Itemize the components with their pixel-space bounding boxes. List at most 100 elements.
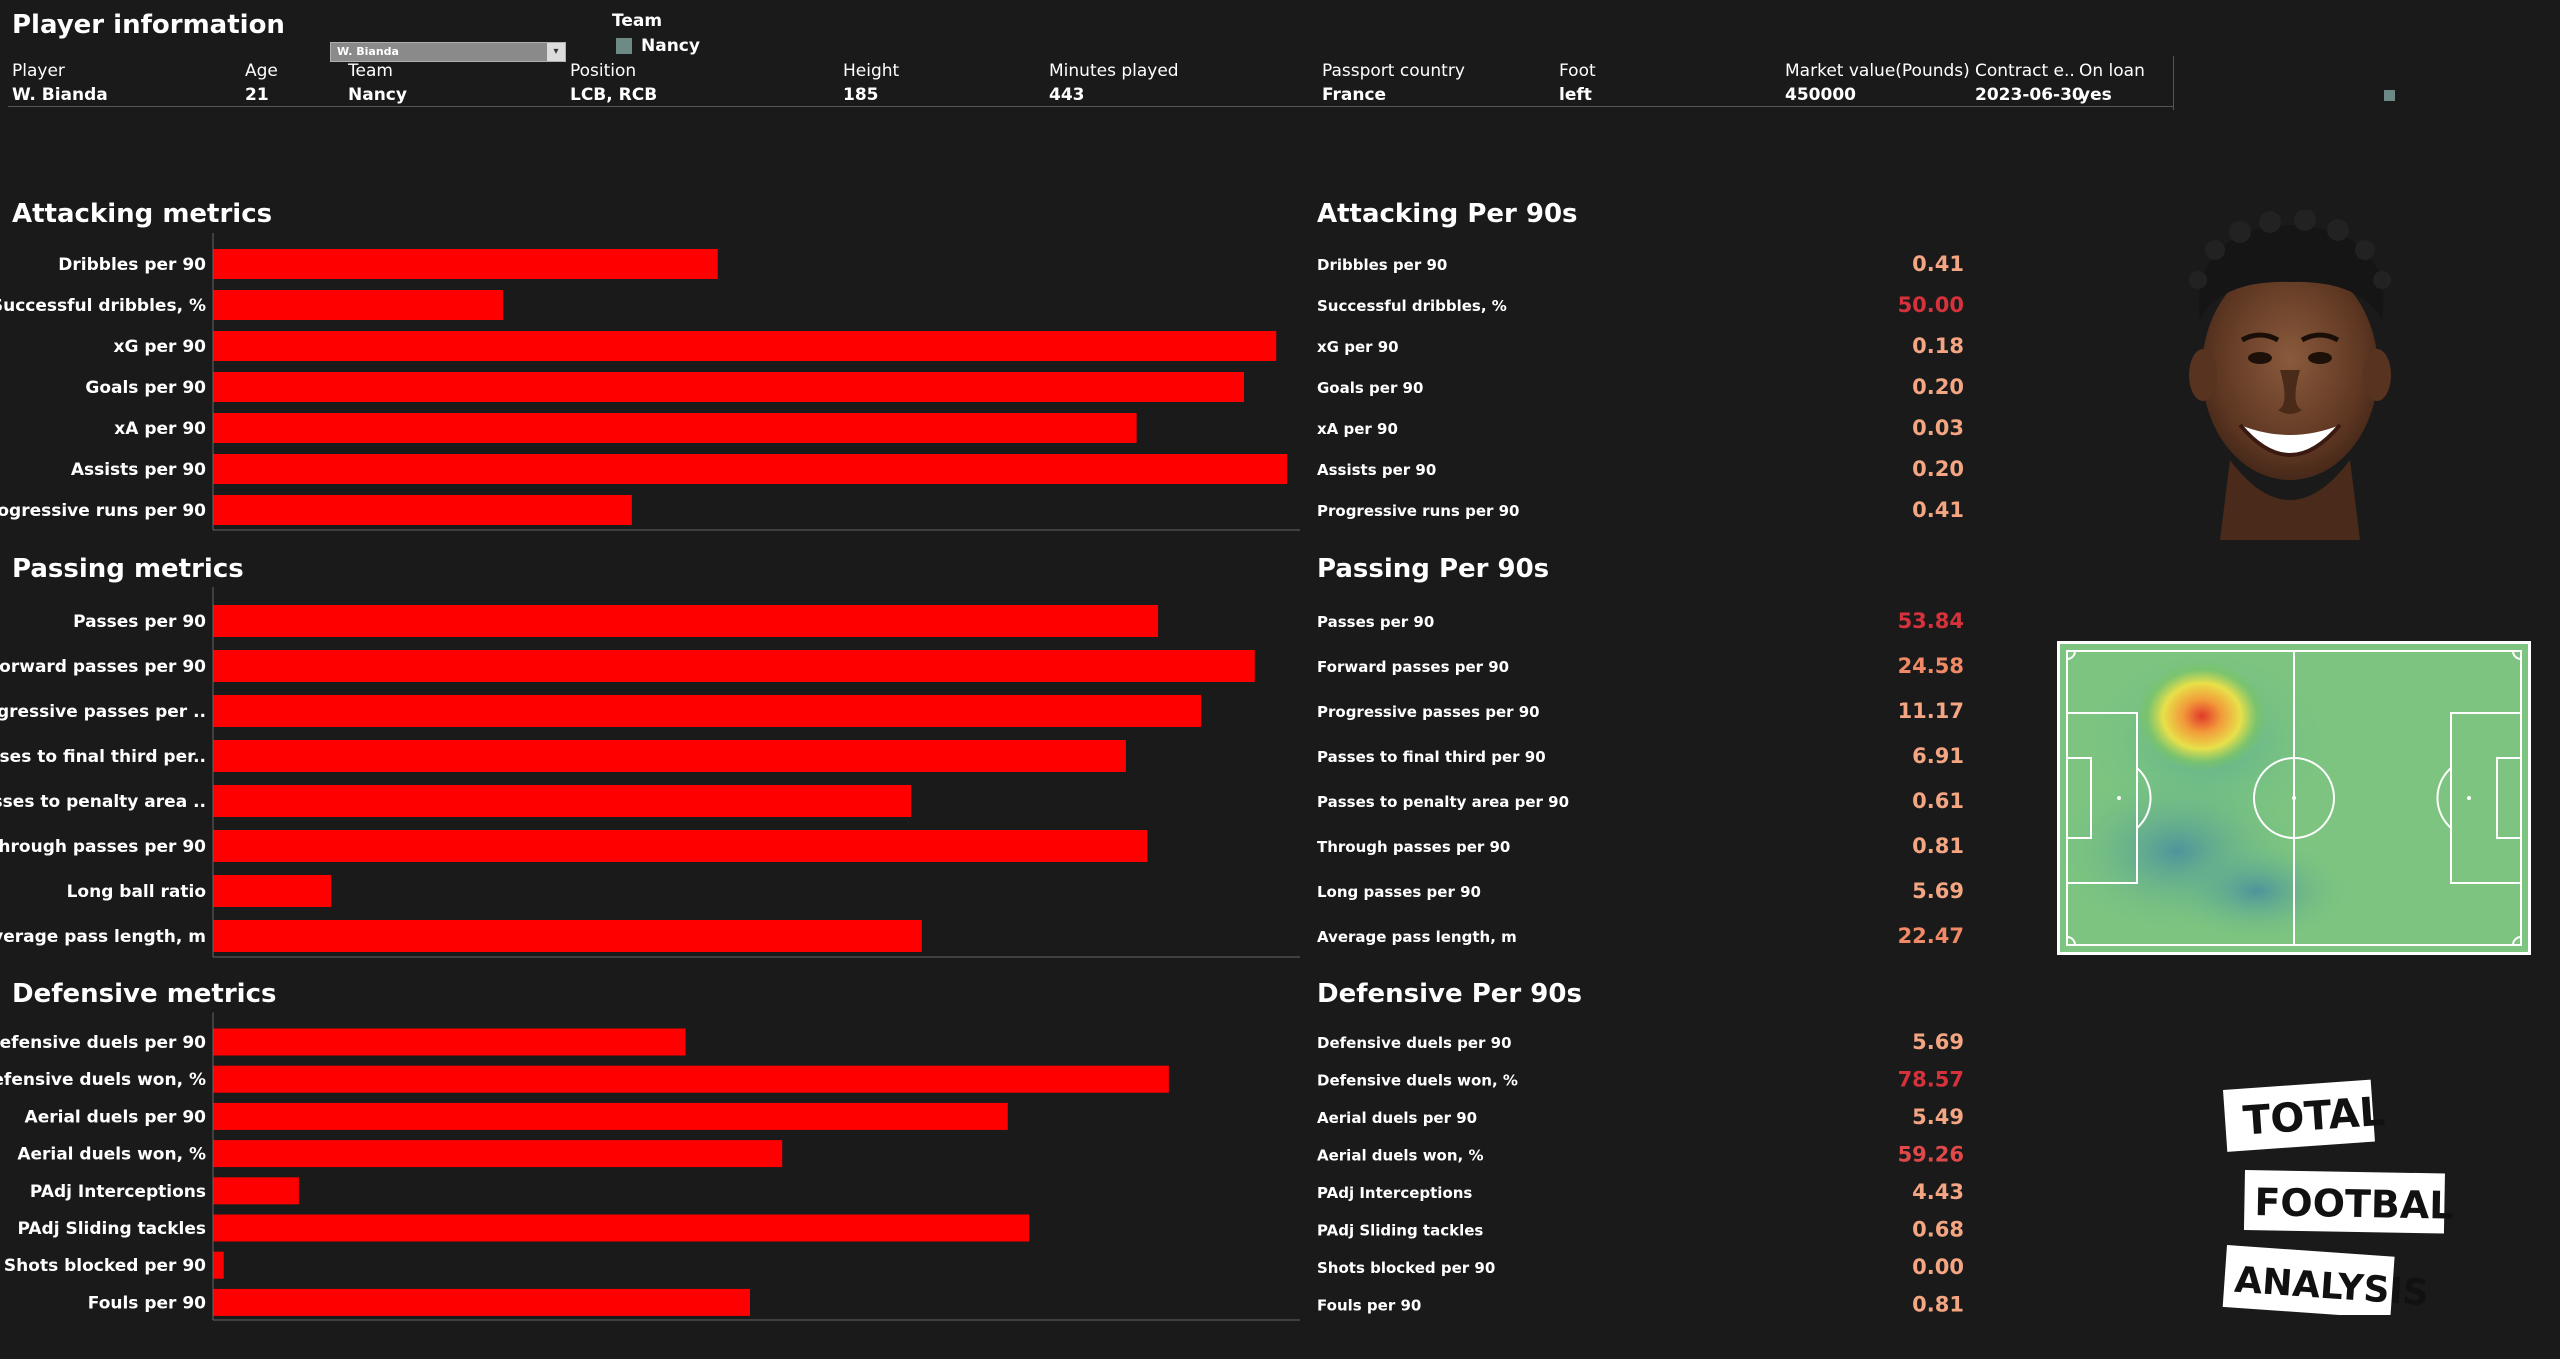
metric-bar[interactable] — [213, 1214, 1030, 1242]
bar-label: Through passes per 90 — [0, 837, 206, 857]
bar-label: Progressive passes per .. — [0, 702, 206, 722]
table-title: Defensive Per 90s — [1317, 979, 1582, 1009]
table-row-label: Successful dribbles, % — [1317, 297, 1507, 315]
metric-bar[interactable] — [213, 249, 718, 279]
table-row-label: xG per 90 — [1317, 338, 1399, 356]
bar-label: Defensive duels per 90 — [0, 1033, 206, 1053]
table-row-label: Shots blocked per 90 — [1317, 1259, 1495, 1277]
metric-bar[interactable] — [213, 1251, 224, 1279]
table-row-value: 4.43 — [1912, 1180, 1964, 1204]
bar-label: Long ball ratio — [67, 882, 206, 902]
pitch-heatmap — [2057, 641, 2531, 955]
bar-label: Passes per 90 — [73, 612, 206, 632]
metric-bar[interactable] — [213, 920, 922, 952]
table-row-label: Forward passes per 90 — [1317, 658, 1509, 676]
metric-bar[interactable] — [213, 695, 1202, 727]
table-row-label: Aerial duels per 90 — [1317, 1109, 1477, 1127]
bar-label: Defensive duels won, % — [0, 1070, 206, 1090]
metric-bar[interactable] — [213, 1140, 783, 1168]
metric-bar[interactable] — [213, 331, 1277, 361]
metric-bar[interactable] — [213, 740, 1126, 772]
table-row-value: 0.61 — [1912, 789, 1964, 813]
table-row-label: Passes to final third per 90 — [1317, 748, 1546, 766]
metrics-bar-charts: Attacking metrics Dribbles per 90 Successf… — [0, 199, 1300, 1321]
bar-label: Goals per 90 — [85, 378, 206, 398]
chart-title: Attacking metrics — [12, 199, 272, 229]
table-row-label: Goals per 90 — [1317, 379, 1423, 397]
per90-value-tables: Attacking Per 90s Dribbles per 90 0.41 Succ… — [1317, 199, 1964, 1317]
table-row-label: Long passes per 90 — [1317, 883, 1481, 901]
metric-bar[interactable] — [213, 1177, 299, 1205]
metric-bar[interactable] — [213, 1065, 1169, 1093]
table-row-label: Through passes per 90 — [1317, 838, 1510, 856]
table-row-value: 5.69 — [1912, 1030, 1964, 1054]
table-row-label: Defensive duels per 90 — [1317, 1034, 1512, 1052]
table-row-value: 0.81 — [1912, 834, 1964, 858]
table-row-value: 0.20 — [1912, 457, 1964, 481]
metric-bar[interactable] — [213, 1028, 686, 1056]
bar-label: PAdj Interceptions — [30, 1182, 206, 1202]
table-row-label: Aerial duels won, % — [1317, 1147, 1483, 1165]
table-row-value: 53.84 — [1898, 609, 1964, 633]
table-row-value: 0.00 — [1912, 1255, 1964, 1279]
metric-bar[interactable] — [213, 785, 912, 817]
bar-label: PAdj Sliding tackles — [17, 1219, 206, 1239]
bar-label: Passes to penalty area .. — [0, 792, 206, 812]
table-row-value: 5.49 — [1912, 1105, 1964, 1129]
table-row-label: PAdj Sliding tackles — [1317, 1222, 1483, 1240]
table-row-value: 24.58 — [1898, 654, 1964, 678]
metric-bar[interactable] — [213, 495, 632, 525]
bar-label: Aerial duels per 90 — [25, 1107, 207, 1127]
info-column-header: On loan — [2079, 61, 2145, 81]
metric-bar[interactable] — [213, 372, 1245, 402]
bar-label: Aerial duels won, % — [17, 1145, 206, 1165]
metric-bar[interactable] — [213, 605, 1159, 637]
table-row-value: 0.41 — [1912, 498, 1964, 522]
table-row-value: 5.69 — [1912, 879, 1964, 903]
table-row-value: 0.68 — [1912, 1218, 1964, 1242]
bar-label: Assists per 90 — [71, 460, 206, 480]
metric-bar[interactable] — [213, 413, 1137, 443]
table-row-label: Fouls per 90 — [1317, 1297, 1421, 1315]
bar-label: Dribbles per 90 — [58, 255, 206, 275]
metric-bar[interactable] — [213, 830, 1148, 862]
bar-label: Average pass length, m — [0, 927, 206, 947]
table-row-value: 0.03 — [1912, 416, 1964, 440]
metric-bar[interactable] — [213, 1288, 750, 1316]
metric-bar[interactable] — [213, 650, 1255, 682]
bar-label: Forward passes per 90 — [0, 657, 206, 677]
metric-bar[interactable] — [213, 875, 332, 907]
info-cell: yes — [2079, 85, 2112, 105]
table-row-label: Defensive duels won, % — [1317, 1072, 1518, 1090]
chart-title: Defensive metrics — [12, 979, 276, 1009]
table-row-value: 22.47 — [1898, 924, 1964, 948]
table-row-value: 78.57 — [1898, 1068, 1964, 1092]
table-row-label: Passes to penalty area per 90 — [1317, 793, 1569, 811]
table-row-label: Dribbles per 90 — [1317, 256, 1447, 274]
bar-label: Shots blocked per 90 — [4, 1256, 206, 1276]
table-row-value: 59.26 — [1898, 1143, 1964, 1167]
metric-bar[interactable] — [213, 1102, 1008, 1130]
bar-label: Successful dribbles, % — [0, 296, 206, 316]
metric-bar[interactable] — [213, 290, 503, 320]
bar-label: Progressive runs per 90 — [0, 501, 206, 521]
table-row-label: Progressive passes per 90 — [1317, 703, 1540, 721]
table-row-value: 0.18 — [1912, 334, 1964, 358]
chart-title: Passing metrics — [12, 554, 244, 584]
table-title: Attacking Per 90s — [1317, 199, 1578, 229]
table-row-value: 6.91 — [1912, 744, 1964, 768]
table-title: Passing Per 90s — [1317, 554, 1549, 584]
team-color-marker — [2384, 90, 2395, 101]
table-row-label: xA per 90 — [1317, 420, 1398, 438]
logo-text-football: FOOTBALL — [2254, 1180, 2455, 1228]
metric-bar[interactable] — [213, 454, 1287, 484]
table-row-value: 11.17 — [1898, 699, 1964, 723]
table-row-label: PAdj Interceptions — [1317, 1184, 1472, 1202]
table-row-value: 0.81 — [1912, 1293, 1964, 1317]
bar-label: xG per 90 — [114, 337, 207, 357]
table-row-value: 0.41 — [1912, 252, 1964, 276]
bar-label: xA per 90 — [114, 419, 206, 439]
bar-label: Fouls per 90 — [88, 1293, 206, 1313]
info-table-right-border — [2173, 56, 2174, 110]
table-row-label: Progressive runs per 90 — [1317, 502, 1520, 520]
